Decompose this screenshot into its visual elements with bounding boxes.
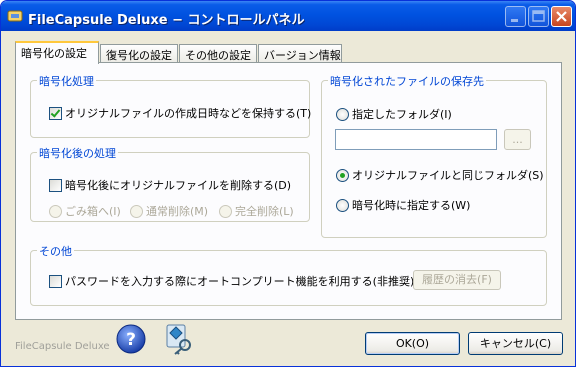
specified-folder-radio[interactable] [336, 107, 349, 121]
autocomplete-option[interactable]: パスワードを入力する際にオートコンプリート機能を利用する(非推奨)(A) [49, 273, 430, 289]
app-capsule-icon [7, 10, 23, 22]
browse-folder-button[interactable]: ... [504, 129, 531, 150]
complete-delete-radio[interactable] [219, 204, 232, 218]
group-other-title: その他 [37, 243, 74, 259]
specified-folder-label: 指定したフォルダ(I) [352, 108, 452, 121]
specify-on-encrypt-label: 暗号化時に指定する(W) [352, 199, 471, 212]
group-other: その他 パスワードを入力する際にオートコンプリート機能を利用する(非推奨)(A)… [30, 243, 547, 306]
normal-delete-radio[interactable] [130, 204, 143, 218]
group-save-title: 暗号化されたファイルの保存先 [328, 73, 486, 89]
autocomplete-checkbox[interactable] [49, 274, 62, 288]
group-post-encryption: 暗号化後の処理 暗号化後にオリジナルファイルを削除する(D) ごみ箱へ(I) 通… [30, 145, 310, 222]
folder-path-input[interactable] [335, 129, 497, 150]
minimize-button[interactable] [505, 6, 526, 27]
delete-original-option[interactable]: 暗号化後にオリジナルファイルを削除する(D) [49, 177, 291, 193]
keep-date-label: オリジナルファイルの作成日時などを保持する(T) [65, 107, 312, 120]
delete-original-label: 暗号化後にオリジナルファイルを削除する(D) [65, 179, 292, 192]
tab-panel: 暗号化処理 オリジナルファイルの作成日時などを保持する(T) 暗号化後の処理 暗… [15, 62, 562, 320]
delete-original-checkbox[interactable] [49, 178, 62, 192]
delete-mode-trash[interactable]: ごみ箱へ(I) [49, 203, 121, 219]
maximize-icon [532, 10, 545, 22]
keep-date-option[interactable]: オリジナルファイルの作成日時などを保持する(T) [49, 105, 311, 121]
group-save-destination: 暗号化されたファイルの保存先 指定したフォルダ(I) ... オリジナルファイル… [321, 73, 547, 238]
specify-on-encrypt-radio[interactable] [336, 198, 349, 212]
group-encryption-title: 暗号化処理 [37, 73, 96, 89]
minimize-icon [511, 19, 518, 22]
trash-label: ごみ箱へ(I) [65, 205, 121, 218]
window-title: FileCapsule Deluxe − コントロールパネル [28, 13, 305, 28]
close-icon [556, 11, 567, 22]
title-bar[interactable]: FileCapsule Deluxe − コントロールパネル [1, 1, 575, 31]
help-icon[interactable]: ? [116, 324, 146, 354]
tab-decryption-settings[interactable]: 復号化の設定 [100, 44, 178, 63]
trash-radio[interactable] [49, 204, 62, 218]
key-capsule-icon[interactable] [165, 323, 195, 355]
specified-folder-option[interactable]: 指定したフォルダ(I) [336, 106, 452, 122]
svg-text:?: ? [126, 330, 136, 350]
same-folder-option[interactable]: オリジナルファイルと同じフォルダ(S) [336, 167, 544, 183]
delete-mode-normal[interactable]: 通常削除(M) [130, 203, 208, 219]
specify-on-encrypt-option[interactable]: 暗号化時に指定する(W) [336, 197, 470, 213]
control-panel-window: FileCapsule Deluxe − コントロールパネル 暗号化の設定 復号… [0, 0, 576, 367]
cancel-button[interactable]: キャンセル(C) [468, 332, 563, 355]
delete-mode-complete[interactable]: 完全削除(L) [219, 203, 294, 219]
ok-button[interactable]: OK(O) [365, 332, 460, 355]
normal-delete-label: 通常削除(M) [146, 205, 209, 218]
tab-version-info[interactable]: バージョン情報 [258, 44, 342, 63]
same-folder-label: オリジナルファイルと同じフォルダ(S) [352, 169, 544, 182]
same-folder-radio[interactable] [336, 168, 349, 182]
group-encryption: 暗号化処理 オリジナルファイルの作成日時などを保持する(T) [30, 73, 311, 138]
close-button[interactable] [551, 6, 572, 27]
footer-brand: FileCapsule Deluxe [15, 341, 110, 352]
maximize-button[interactable] [528, 6, 549, 27]
complete-delete-label: 完全削除(L) [235, 205, 294, 218]
tab-other-settings[interactable]: その他の設定 [179, 44, 257, 63]
group-post-title: 暗号化後の処理 [37, 145, 118, 161]
autocomplete-label: パスワードを入力する際にオートコンプリート機能を利用する(非推奨)(A) [65, 275, 431, 288]
tab-encryption-settings[interactable]: 暗号化の設定 [15, 41, 99, 64]
clear-history-button[interactable]: 履歴の消去(F) [413, 270, 501, 290]
keep-date-checkbox[interactable] [49, 106, 62, 120]
